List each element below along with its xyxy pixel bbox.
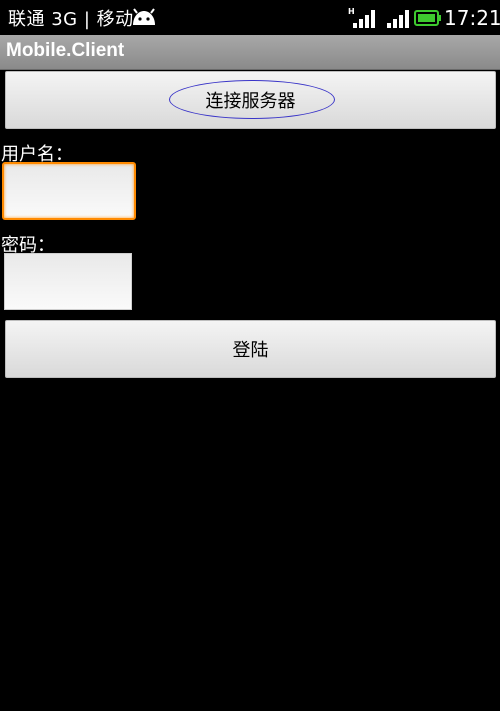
status-bar: 联通 3G | 移动 H 17:21 <box>0 0 500 35</box>
username-field[interactable] <box>2 162 136 220</box>
svg-text:H: H <box>348 7 355 16</box>
connect-server-label: 连接服务器 <box>205 91 296 112</box>
carrier-text: 联通 3G | 移动 <box>8 9 134 30</box>
battery-icon <box>414 10 441 26</box>
login-label: 登陆 <box>232 340 269 361</box>
password-field[interactable] <box>4 253 132 310</box>
login-button[interactable]: 登陆 <box>5 320 496 378</box>
connect-server-button[interactable]: 连接服务器 <box>5 71 496 129</box>
signal-strength-icon: H <box>348 7 375 28</box>
signal-strength-icon <box>387 10 409 28</box>
app-title-bar: Mobile.Client <box>0 35 500 70</box>
android-icon <box>133 8 155 25</box>
status-time: 17:21 <box>444 6 500 30</box>
app-title: Mobile.Client <box>6 40 125 61</box>
